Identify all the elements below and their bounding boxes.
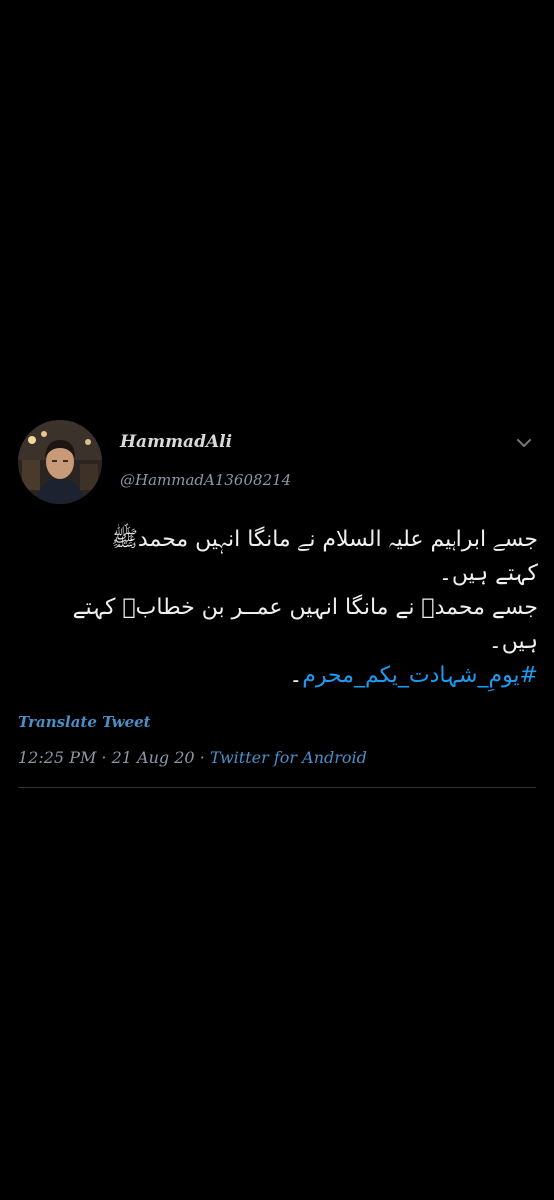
- meta-separator: ·: [194, 748, 210, 767]
- tweet-meta: 12:25 PM · 21 Aug 20 · Twitter for Andro…: [18, 748, 367, 767]
- meta-separator: ·: [96, 748, 112, 767]
- profile-photo: [18, 420, 102, 504]
- chevron-down-icon[interactable]: [514, 433, 534, 453]
- divider: [18, 787, 536, 788]
- tweet-text: جسے ابراہیم علیہ السلام نے مانگا انہیں م…: [18, 523, 538, 693]
- hashtag-suffix: ۔: [289, 663, 303, 688]
- hashtag-link[interactable]: #یومِ_شہادت_یکم_محرم: [302, 663, 538, 688]
- author-name[interactable]: HammadAli: [120, 432, 232, 452]
- tweet-time: 12:25 PM: [18, 748, 97, 767]
- tweet-date: 21 Aug 20: [111, 748, 195, 767]
- author-handle[interactable]: @HammadA13608214: [120, 471, 291, 489]
- tweet-text-line: جسے ابراہیم علیہ السلام نے مانگا انہیں م…: [111, 527, 538, 552]
- tweet-text-line: جسے محمدﷺ نے مانگا انہیں عمــر بن خطابؓ …: [72, 595, 538, 620]
- hashtag-line: #یومِ_شہادت_یکم_محرم۔: [18, 659, 538, 693]
- tweet-text-line: کہتے ہیں۔: [438, 561, 538, 586]
- translate-tweet-link[interactable]: Translate Tweet: [18, 713, 151, 731]
- tweet-source-link[interactable]: Twitter for Android: [210, 748, 367, 767]
- tweet-text-line: ہیں۔: [488, 629, 538, 654]
- avatar[interactable]: [18, 420, 102, 504]
